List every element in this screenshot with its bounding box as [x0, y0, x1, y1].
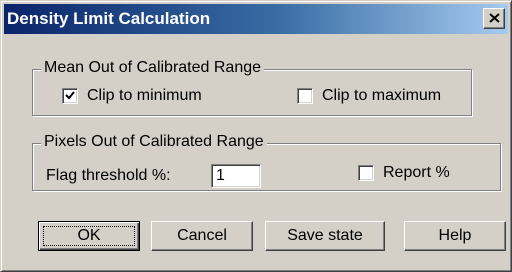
checkmark-icon [65, 91, 75, 100]
ok-button[interactable]: OK [38, 221, 140, 251]
flag-threshold-label: Flag threshold %: [46, 167, 171, 184]
clip-to-minimum-checkbox[interactable] [62, 88, 78, 104]
focus-rectangle [43, 226, 135, 246]
report-percent-checkbox[interactable] [358, 165, 374, 181]
report-percent-row[interactable]: Report % [358, 164, 450, 182]
clip-to-maximum-row[interactable]: Clip to maximum [297, 87, 441, 105]
clip-to-minimum-label: Clip to minimum [87, 87, 202, 104]
clip-to-maximum-checkbox[interactable] [297, 88, 313, 104]
cancel-button-label: Cancel [177, 227, 227, 244]
report-percent-label: Report % [383, 164, 450, 181]
mean-group-label: Mean Out of Calibrated Range [41, 59, 265, 77]
density-limit-dialog: Density Limit Calculation Mean Out of Ca… [0, 0, 512, 272]
help-button[interactable]: Help [404, 221, 506, 251]
pixels-group-label: Pixels Out of Calibrated Range [41, 133, 267, 151]
clip-to-maximum-label: Clip to maximum [322, 87, 442, 104]
flag-threshold-input[interactable] [211, 164, 261, 188]
title-bar[interactable]: Density Limit Calculation [4, 4, 508, 34]
clip-to-minimum-row[interactable]: Clip to minimum [62, 87, 202, 105]
cancel-button[interactable]: Cancel [151, 221, 253, 251]
close-x-icon [489, 13, 500, 23]
window-title: Density Limit Calculation [7, 9, 211, 28]
close-button[interactable] [483, 8, 505, 29]
save-state-button-label: Save state [287, 227, 363, 244]
help-button-label: Help [438, 227, 472, 244]
save-state-button[interactable]: Save state [265, 221, 385, 251]
